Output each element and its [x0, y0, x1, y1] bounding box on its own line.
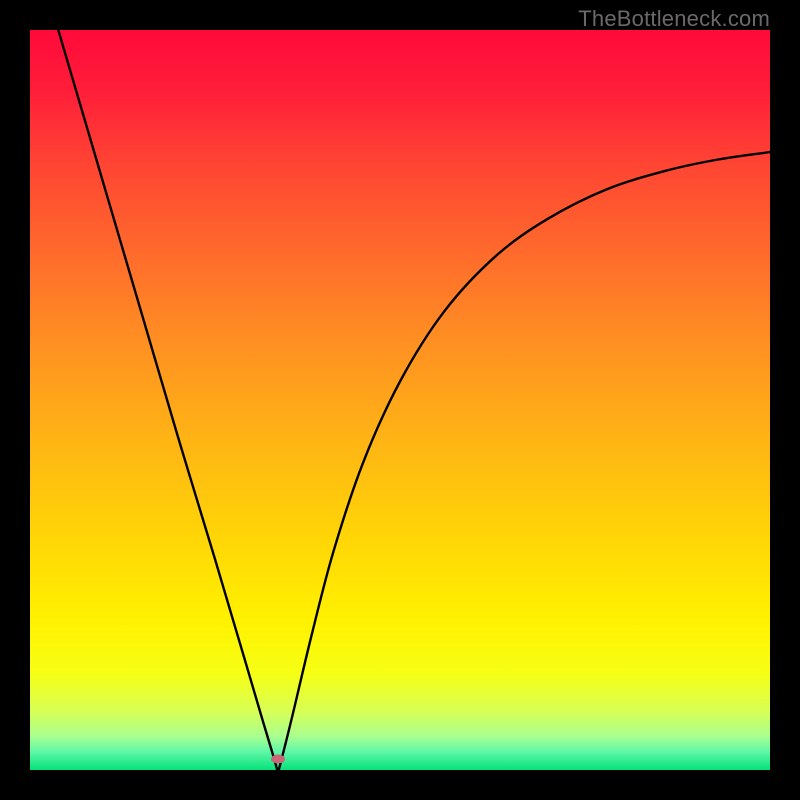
bottleneck-curve — [30, 30, 770, 770]
watermark-text: TheBottleneck.com — [578, 6, 770, 32]
plot-area — [30, 30, 770, 770]
optimal-point-marker — [271, 754, 285, 763]
